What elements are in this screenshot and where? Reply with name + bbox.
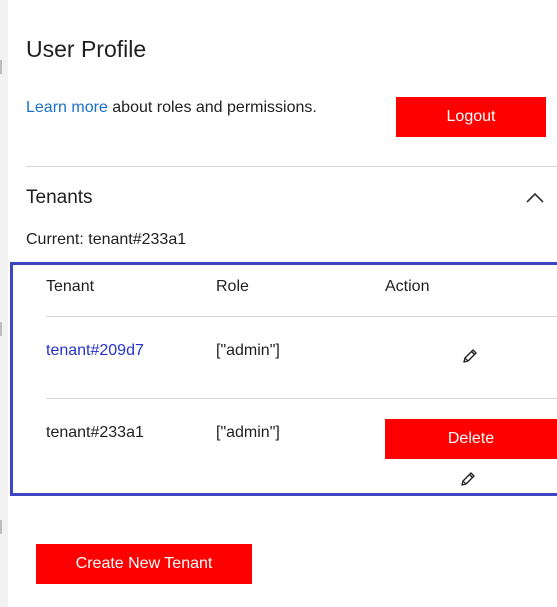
tenants-heading: Tenants — [26, 187, 93, 208]
left-edge-strip — [0, 0, 8, 607]
table-cell-role: ["admin"] — [216, 424, 280, 441]
section-divider — [26, 166, 557, 167]
current-tenant-value: tenant#233a1 — [88, 231, 187, 248]
tenants-table: Tenant Role Action tenant#209d7 ["admin"… — [10, 262, 557, 496]
logout-button[interactable]: Logout — [396, 97, 546, 137]
pencil-icon[interactable] — [458, 469, 478, 489]
row-divider — [46, 398, 557, 399]
learn-more-row: Learn more about roles and permissions. — [26, 97, 317, 119]
edge-mark — [0, 520, 2, 534]
edge-mark — [0, 322, 2, 336]
pencil-icon[interactable] — [460, 346, 480, 366]
tenant-link[interactable]: tenant#209d7 — [46, 341, 144, 361]
edge-mark — [0, 60, 2, 74]
current-tenant-label: Current: — [26, 231, 89, 248]
delete-tenant-button[interactable]: Delete — [385, 419, 557, 459]
column-header-role: Role — [216, 278, 249, 295]
row-divider — [46, 316, 557, 317]
column-header-tenant: Tenant — [46, 278, 95, 295]
create-new-tenant-button[interactable]: Create New Tenant — [36, 544, 252, 584]
user-profile-panel: User Profile Learn more about roles and … — [8, 0, 557, 607]
learn-more-text: about roles and permissions. — [107, 99, 317, 116]
chevron-up-icon[interactable] — [523, 186, 547, 210]
column-header-action: Action — [385, 278, 430, 295]
table-cell-role: ["admin"] — [216, 342, 280, 359]
page-title: User Profile — [26, 36, 147, 62]
table-cell-tenant: tenant#233a1 — [46, 424, 144, 441]
current-tenant: Current: tenant#233a1 — [26, 230, 186, 250]
learn-more-link[interactable]: Learn more — [26, 99, 108, 116]
